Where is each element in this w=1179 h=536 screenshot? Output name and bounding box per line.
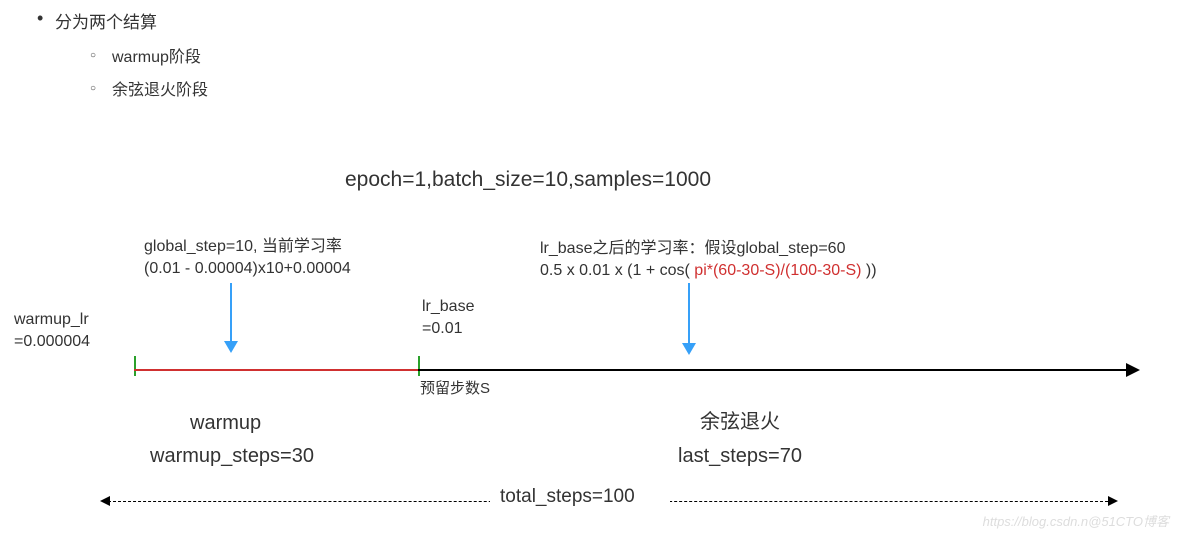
lrbase-line1: lr_base [422, 296, 474, 318]
after-line2: 0.5 x 0.01 x (1 + cos( pi*(60-30-S)/(100… [540, 260, 877, 282]
global-step-10-label: global_step=10, 当前学习率 (0.01 - 0.00004)x1… [144, 236, 351, 281]
lr-base-label: lr_base =0.01 [422, 296, 474, 341]
bullet-sub-warmup: warmup阶段 [112, 43, 201, 67]
tick-start [134, 356, 136, 376]
arrow-down-icon [230, 283, 232, 351]
after-line2-red: pi*(60-30-S)/(100-30-S) [694, 262, 861, 279]
bullet-sub-cosine: 余弦退火阶段 [112, 76, 208, 100]
cosine-name-label: 余弦退火 [700, 408, 780, 436]
hold-steps-label: 预留步数S [420, 378, 490, 399]
lrbase-line2: =0.01 [422, 318, 474, 340]
warmup-steps-label: warmup_steps=30 [150, 442, 314, 470]
axis-cosine-segment [418, 369, 1138, 371]
warmup-name-label: warmup [190, 409, 261, 437]
axis-warmup-segment [134, 369, 418, 371]
gs10-line2: (0.01 - 0.00004)x10+0.00004 [144, 258, 351, 280]
total-steps-label: total_steps=100 [500, 484, 635, 511]
after-line2-a: 0.5 x 0.01 x (1 + cos( [540, 262, 694, 279]
last-steps-label: last_steps=70 [678, 442, 802, 470]
after-line1: lr_base之后的学习率：假设global_step=60 [540, 238, 877, 260]
tick-lrbase [418, 356, 420, 376]
warmup-lr-line2: =0.000004 [14, 331, 90, 353]
warmup-lr-label: warmup_lr =0.000004 [14, 309, 90, 354]
arrow-down-icon [688, 283, 690, 353]
gs10-line1: global_step=10, 当前学习率 [144, 236, 351, 258]
after-line2-b: )) [861, 262, 876, 279]
after-lrbase-label: lr_base之后的学习率：假设global_step=60 0.5 x 0.0… [540, 238, 877, 283]
watermark: https://blog.csdn.n@51CTO博客 [983, 511, 1169, 530]
warmup-lr-line1: warmup_lr [14, 309, 90, 331]
bullet-main: 分为两个结算 [55, 8, 157, 33]
diagram-title: epoch=1,batch_size=10,samples=1000 [345, 168, 711, 192]
arrow-right-icon [1126, 363, 1140, 377]
arrow-right-icon [1108, 496, 1118, 506]
